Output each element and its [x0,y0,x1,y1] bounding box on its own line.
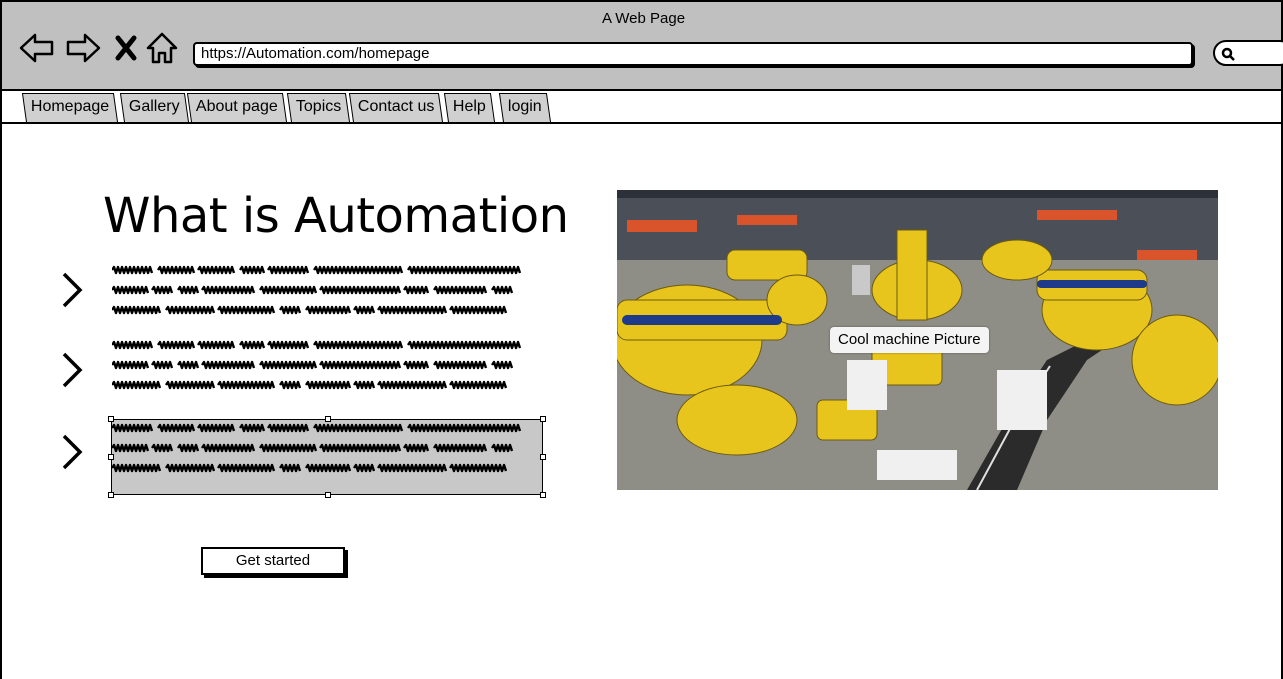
search-box[interactable] [1213,40,1283,66]
chevron-right-icon [62,352,83,388]
tab-help[interactable]: Help [443,93,495,122]
window-title: A Web Page [601,10,686,27]
url-input[interactable]: https://Automation.com/homepage [193,42,1193,66]
navigation-tabs: Homepage Gallery About page Topics Conta… [0,91,1283,124]
picture-caption: Cool machine Picture [830,327,989,353]
tab-contact-us[interactable]: Contact us [348,93,444,122]
tab-topics[interactable]: Topics [286,93,351,122]
chevron-right-icon [62,272,83,308]
browser-chrome: A Web Page https://Automation.com/homepa… [0,0,1283,91]
page-title: What is Automation [103,188,569,244]
placeholder-paragraph [112,421,524,481]
home-icon[interactable] [144,30,180,66]
search-icon [1221,47,1235,61]
tab-homepage[interactable]: Homepage [21,93,119,122]
close-icon[interactable] [108,30,144,66]
placeholder-paragraph [112,263,524,323]
tab-login[interactable]: login [498,93,551,122]
chevron-right-icon [62,434,83,470]
tab-about-page[interactable]: About page [186,93,287,122]
placeholder-paragraph [112,338,524,398]
back-arrow-icon[interactable] [19,30,55,66]
forward-arrow-icon[interactable] [65,30,101,66]
tab-gallery[interactable]: Gallery [119,93,189,122]
get-started-button[interactable]: Get started [201,547,345,575]
